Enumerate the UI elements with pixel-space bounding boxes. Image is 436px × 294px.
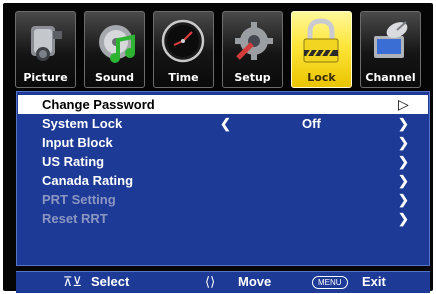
tab-label: Lock <box>307 71 336 84</box>
tab-lock[interactable]: Lock <box>291 11 352 88</box>
left-right-keys-icon: ⟨⟩ <box>205 274 216 289</box>
menu-tab-bar: Picture Sound Time Setup Lock Channel <box>3 3 433 88</box>
menu-item-input-block[interactable]: Input Block ❯ <box>18 133 428 152</box>
tab-label: Setup <box>234 71 271 84</box>
right-arrow-outline-icon: ▷ <box>398 96 409 112</box>
tab-picture[interactable]: Picture <box>15 11 76 88</box>
tab-label: Picture <box>23 71 68 84</box>
menu-item-us-rating[interactable]: US Rating ❯ <box>18 152 428 171</box>
satellite-dish-icon <box>374 21 408 58</box>
tab-label: Time <box>168 71 199 84</box>
menu-item-label: Canada Rating <box>42 173 134 188</box>
music-note-icon <box>99 25 135 63</box>
move-hint: Move <box>238 274 272 289</box>
tab-sound[interactable]: Sound <box>84 11 145 88</box>
menu-key-icon: MENU <box>312 275 348 290</box>
tab-setup[interactable]: Setup <box>222 11 283 88</box>
up-down-keys-icon: ⊼⊻ <box>63 274 83 289</box>
clock-icon <box>161 19 205 63</box>
lock-menu-panel: Change Password ▷ System Lock ❮ Off ❯ In… <box>16 91 430 266</box>
right-chevron-icon[interactable]: ❯ <box>398 116 409 132</box>
menu-item-label: US Rating <box>42 154 105 169</box>
camcorder-icon <box>31 26 62 61</box>
menu-item-label: Input Block <box>42 135 113 150</box>
tab-label: Sound <box>94 71 134 84</box>
menu-item-label: System Lock <box>42 116 123 131</box>
tab-channel[interactable]: Channel <box>360 11 421 88</box>
right-chevron-icon: ❯ <box>398 154 409 169</box>
exit-hint: Exit <box>362 274 386 289</box>
wrench-gear-icon <box>235 22 273 60</box>
tv-osd-menu: Picture Sound Time Setup Lock Channel Ch… <box>3 3 433 293</box>
system-lock-value: Off <box>302 116 321 131</box>
right-chevron-icon: ❯ <box>398 173 409 188</box>
select-hint: Select <box>91 274 130 289</box>
menu-item-label: Change Password <box>42 97 155 112</box>
menu-item-change-password[interactable]: Change Password ▷ <box>18 95 428 114</box>
right-chevron-icon: ❯ <box>398 192 409 207</box>
right-chevron-icon: ❯ <box>398 135 409 150</box>
menu-key-label: MENU <box>312 276 348 289</box>
menu-item-reset-rrt: Reset RRT ❯ <box>18 209 428 228</box>
menu-item-canada-rating[interactable]: Canada Rating ❯ <box>18 171 428 190</box>
menu-item-label: Reset RRT <box>42 211 108 226</box>
left-chevron-icon[interactable]: ❮ <box>220 116 231 132</box>
tab-time[interactable]: Time <box>153 11 214 88</box>
menu-item-prt-setting: PRT Setting ❯ <box>18 190 428 209</box>
right-chevron-icon: ❯ <box>398 211 409 226</box>
tab-label: Channel <box>365 71 416 84</box>
padlock-icon <box>303 18 339 63</box>
menu-item-label: PRT Setting <box>42 192 116 207</box>
menu-item-system-lock[interactable]: System Lock ❮ Off ❯ <box>18 114 428 133</box>
key-hint-footer: ⊼⊻ Select ⟨⟩ Move MENU Exit <box>16 271 430 293</box>
